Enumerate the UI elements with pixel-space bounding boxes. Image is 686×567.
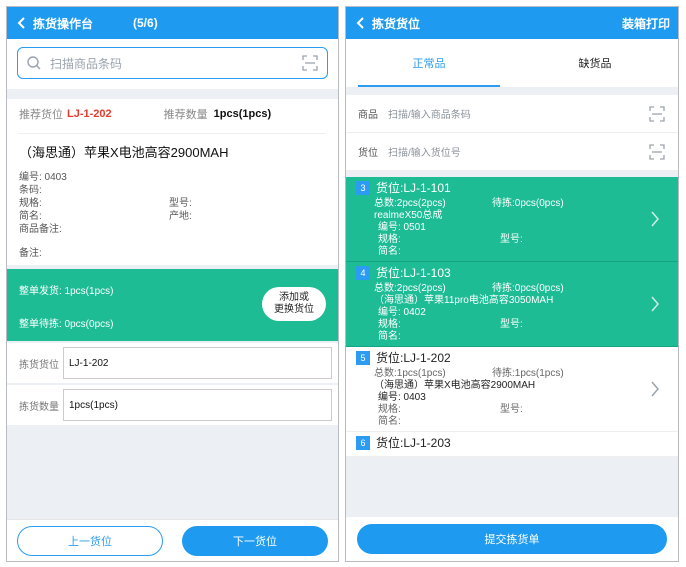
card-index: 3 [356,180,370,195]
location-card[interactable]: 3 货位:LJ-1-101 总数:2pcs(2pcs) 待拣:0pcs(0pcs) … [346,177,678,262]
card-code: 编号: 0403 [378,392,426,403]
page-title: 拣货货位 [372,16,421,31]
order-summary-box: 整单发货: 1pcs(1pcs) 整单待拣: 0pcs(0pcs) 添加或 更换… [7,269,338,341]
product-model: 型号: [169,198,192,209]
right-footer: 提交拣货单 [346,517,678,561]
recommended-qty-label: 推荐数量 [163,109,208,121]
chevron-right-icon [651,296,659,312]
recommended-location-label: 推荐货位 [19,109,63,121]
recommendation-row: 推荐货位 LJ-1-202 推荐数量 1pcs(1pcs) [7,99,338,129]
card-location: 货位:LJ-1-203 [376,436,451,450]
card-short-name: 简名: [378,331,401,342]
card-spec: 规格: [378,234,401,245]
barcode-search-input[interactable]: 扫描商品条码 [17,47,328,79]
product-origin: 产地: [169,211,192,222]
scan-icon[interactable] [648,105,666,123]
left-footer: 上一货位 下一货位 [7,519,338,561]
card-total: 总数:1pcs(1pcs) [374,368,446,379]
card-code: 编号: 0501 [378,222,426,233]
card-location: 货位:LJ-1-101 [376,181,451,195]
product-info: （海思通）苹果X电池高容2900MAH 编号: 0403 条码: 规格: 型号:… [7,129,338,265]
product-remark: 备注: [19,248,42,259]
pick-location-row: 拣货货位 LJ-1-202 [7,343,338,383]
location-scan-input[interactable]: 扫描/输入货位号 [388,144,648,159]
scan-icon[interactable] [301,54,319,72]
location-scan-label: 货位 [358,148,378,159]
product-scan-row[interactable]: 商品 扫描/输入商品条码 [346,95,678,133]
swap-btn-line2: 更换货位 [274,304,314,315]
card-location: 货位:LJ-1-103 [376,266,451,280]
card-pending: 待拣:0pcs(0pcs) [492,198,564,209]
swap-btn-line1: 添加或 [279,292,309,303]
search-area: 扫描商品条码 [7,39,338,89]
tab-bar: 正常品 缺货品 [346,39,678,87]
location-list: 3 货位:LJ-1-101 总数:2pcs(2pcs) 待拣:0pcs(0pcs) … [346,177,678,457]
card-model: 型号: [500,234,523,245]
page-title: 拣货操作台 [33,16,94,31]
picking-locations-panel: 拣货货位 装箱打印 正常品 缺货品 商品 扫描/输入商品条码 货位 扫描/输入货… [345,6,679,562]
card-short-name: 简名: [378,416,401,427]
card-spec: 规格: [378,319,401,330]
prev-location-button[interactable]: 上一货位 [17,525,163,556]
picking-console-panel: 拣货操作台 (5/6) 扫描商品条码 推荐货位 LJ-1-202 推荐数量 1p… [6,6,339,562]
card-spec: 规格: [378,404,401,415]
submit-picking-order-button[interactable]: 提交拣货单 [357,524,667,554]
progress-indicator: (5/6) [133,16,158,30]
product-barcode: 条码: [19,185,42,196]
card-code: 编号: 0402 [378,307,426,318]
location-scan-row[interactable]: 货位 扫描/输入货位号 [346,133,678,171]
card-model: 型号: [500,404,523,415]
left-header: 拣货操作台 (5/6) [7,7,338,39]
card-index: 4 [356,265,370,280]
card-short-name: 简名: [378,246,401,257]
card-pending: 待拣:1pcs(1pcs) [492,368,564,379]
chevron-right-icon [651,381,659,397]
location-card[interactable]: 6 货位:LJ-1-203 [346,432,678,457]
search-placeholder: 扫描商品条码 [50,56,123,71]
card-index: 5 [356,350,370,365]
product-spec: 规格: [19,198,42,209]
search-icon [27,56,41,70]
pick-qty-label: 拣货数量 [19,401,59,413]
product-title: （海思通）苹果X电池高容2900MAH [19,133,326,171]
product-scan-input[interactable]: 扫描/输入商品条码 [388,106,648,121]
card-product-name: （海思通）苹果X电池高容2900MAH [374,380,536,391]
card-product-name: realmeX50总成 [374,210,443,221]
card-location: 货位:LJ-1-202 [376,351,451,365]
product-code: 编号: 0403 [19,172,67,183]
pack-print-button[interactable]: 装箱打印 [622,15,670,32]
product-goods-remark: 商品备注: [19,224,62,235]
scan-icon[interactable] [648,143,666,161]
location-card[interactable]: 4 货位:LJ-1-103 总数:2pcs(2pcs) 待拣:0pcs(0pcs) … [346,262,678,347]
scan-inputs: 商品 扫描/输入商品条码 货位 扫描/输入货位号 [346,95,678,171]
pick-qty-row: 拣货数量 1pcs(1pcs) [7,385,338,425]
recommended-location-value: LJ-1-202 [67,108,112,120]
card-total: 总数:2pcs(2pcs) [374,198,446,209]
card-product-name: （海思通）苹果11pro电池高容3050MAH [374,295,554,306]
tab-out-of-stock[interactable]: 缺货品 [512,39,678,87]
back-arrow-icon[interactable] [15,16,29,30]
pick-location-label: 拣货货位 [19,359,59,371]
product-meta: 编号: 0403 条码: 规格: 型号: 简名: 产地: 商品备注: [19,171,326,236]
pick-location-field[interactable]: LJ-1-202 [63,347,332,379]
card-index: 6 [356,435,370,450]
next-location-button[interactable]: 下一货位 [182,525,328,556]
add-or-change-location-button[interactable]: 添加或 更换货位 [262,287,326,321]
card-pending: 待拣:0pcs(0pcs) [492,283,564,294]
back-arrow-icon[interactable] [354,16,368,30]
tab-normal[interactable]: 正常品 [346,39,512,87]
recommended-qty-value: 1pcs(1pcs) [213,108,272,120]
right-header: 拣货货位 装箱打印 [346,7,678,39]
location-card[interactable]: 5 货位:LJ-1-202 总数:1pcs(1pcs) 待拣:1pcs(1pcs) … [346,347,678,432]
chevron-right-icon [651,211,659,227]
product-scan-label: 商品 [358,110,378,121]
pick-qty-field[interactable]: 1pcs(1pcs) [63,389,332,421]
product-short-name: 简名: [19,211,42,222]
card-model: 型号: [500,319,523,330]
card-total: 总数:2pcs(2pcs) [374,283,446,294]
